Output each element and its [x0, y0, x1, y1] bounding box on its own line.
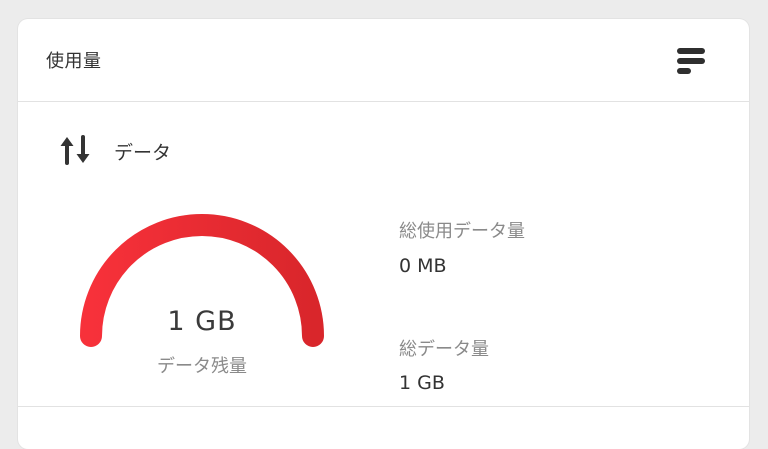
section-divider — [18, 406, 749, 407]
usage-card: 使用量 データ 1 GB データ残量 総使用データ量 0 MB 総データ量 1 … — [18, 19, 749, 449]
total-used-value: 0 MB — [399, 255, 447, 277]
total-used-label: 総使用データ量 — [399, 221, 525, 242]
card-header: 使用量 — [18, 19, 749, 102]
total-data-label: 総データ量 — [399, 339, 489, 360]
total-data-value: 1 GB — [399, 372, 445, 394]
card-title: 使用量 — [46, 51, 102, 72]
up-down-arrows-icon — [58, 132, 94, 168]
gauge-value: 1 GB — [167, 306, 237, 337]
gauge-label: データ残量 — [157, 356, 247, 377]
bars-menu-icon[interactable] — [671, 45, 711, 77]
section-title: データ — [114, 142, 172, 164]
remaining-data-gauge: 1 GB データ残量 — [76, 206, 328, 377]
